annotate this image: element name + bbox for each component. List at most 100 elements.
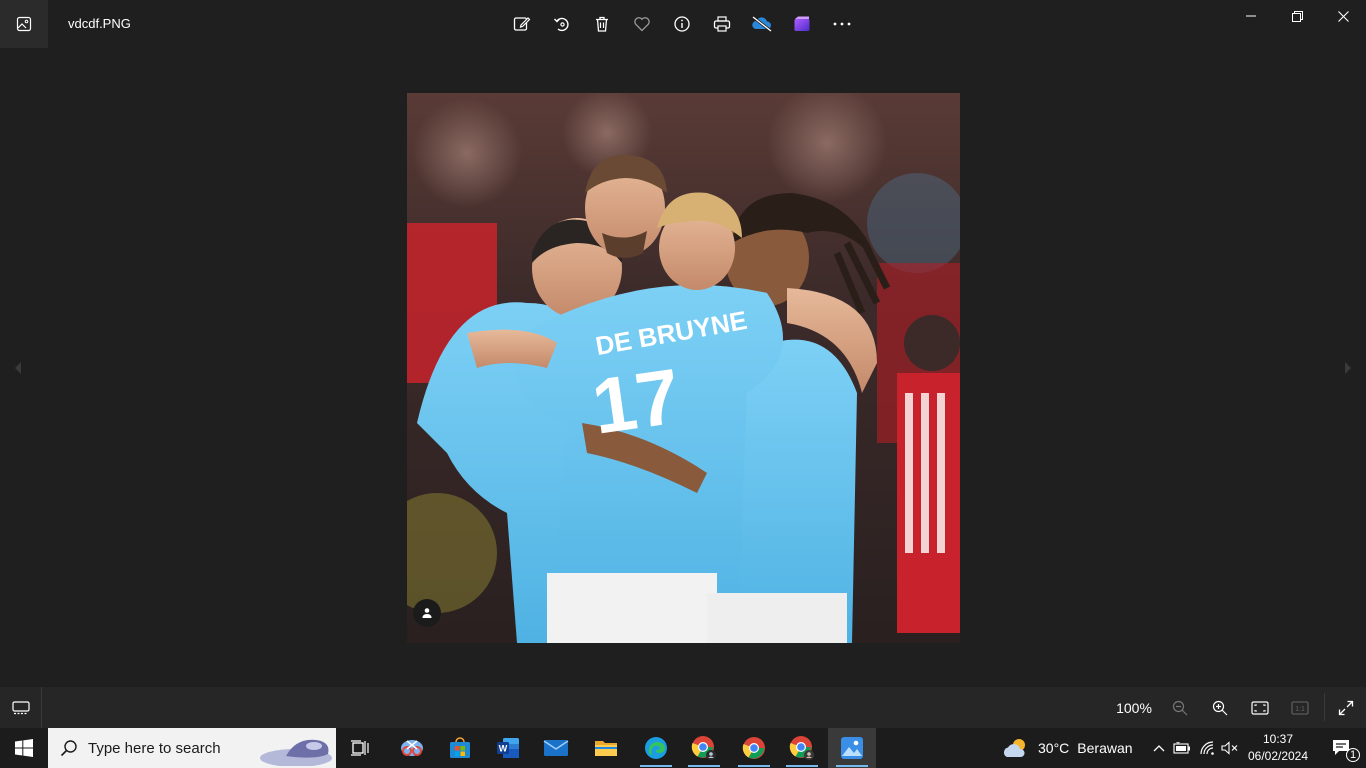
photos-icon (841, 737, 863, 759)
minimize-button[interactable] (1228, 0, 1274, 32)
photos-app-icon[interactable] (0, 0, 48, 48)
edit-image-icon (513, 17, 531, 31)
taskbar-app-photos[interactable] (828, 728, 876, 768)
network-status[interactable] (1198, 738, 1218, 758)
restore-icon (1291, 10, 1303, 22)
taskbar-app-word[interactable]: W (484, 728, 532, 768)
search-highlight-image-icon (260, 739, 332, 766)
folder-icon (595, 741, 617, 756)
weather-widget[interactable]: 30°C Berawan (1002, 728, 1133, 768)
football-players-celebration-image: DE BRUYNE 17 (407, 93, 960, 643)
microsoft-store-icon (450, 737, 470, 758)
windows-taskbar: Type here to search W 30°C Berawan 10:37… (0, 728, 1366, 768)
chevron-right-icon (1345, 362, 1351, 374)
clipchamp-button[interactable] (782, 4, 822, 44)
taskbar-app-microsoft-store[interactable] (436, 728, 484, 768)
previous-image-button[interactable] (8, 344, 28, 392)
taskbar-app-chrome-profile-3[interactable] (778, 728, 826, 768)
rotate-button[interactable] (542, 4, 582, 44)
taskbar-app-snipping-tool[interactable] (388, 728, 436, 768)
displayed-photo[interactable]: DE BRUYNE 17 (407, 93, 960, 643)
volume-control[interactable] (1220, 738, 1240, 758)
rotate-icon (554, 17, 569, 32)
task-view-button[interactable] (336, 728, 384, 768)
clipchamp-icon (794, 16, 810, 31)
delete-button[interactable] (582, 4, 622, 44)
taskbar-app-file-explorer[interactable] (582, 728, 630, 768)
start-button[interactable] (0, 728, 48, 768)
image-canvas: DE BRUYNE 17 (0, 48, 1366, 687)
favorite-heart-icon (634, 17, 650, 32)
speaker-muted-icon (1221, 741, 1238, 755)
zoom-in-icon (1212, 700, 1228, 716)
actual-size-icon: 1:1 (1291, 701, 1309, 715)
print-button[interactable] (702, 4, 742, 44)
taskbar-app-edge[interactable] (632, 728, 680, 768)
print-icon (713, 16, 731, 32)
taskbar-app-chrome-profile-2[interactable] (730, 728, 778, 768)
file-name: vdcdf.PNG (68, 16, 131, 31)
close-button[interactable] (1320, 0, 1366, 32)
chevron-left-icon (15, 362, 21, 374)
snipping-tool-icon (401, 740, 423, 756)
info-button[interactable] (662, 4, 702, 44)
action-center-button[interactable]: 1 (1318, 728, 1366, 768)
notification-count: 1 (1346, 748, 1360, 762)
edge-icon (645, 737, 667, 759)
info-icon (674, 16, 690, 32)
more-options-button[interactable] (822, 4, 862, 44)
weather-temperature: 30°C (1038, 740, 1070, 756)
onedrive-offline-icon (752, 15, 772, 33)
svg-text:1:1: 1:1 (1295, 706, 1305, 713)
word-icon: W (497, 738, 519, 758)
search-icon (60, 740, 77, 757)
wifi-icon (1200, 741, 1214, 755)
next-image-button[interactable] (1338, 344, 1358, 392)
minimize-icon (1246, 15, 1256, 17)
weather-description: Berawan (1077, 740, 1133, 756)
divider (1324, 693, 1325, 721)
expand-icon (1338, 700, 1354, 716)
search-placeholder: Type here to search (88, 740, 221, 757)
close-icon (1337, 10, 1349, 22)
tag-people-button[interactable] (413, 599, 441, 627)
image-toolbar (502, 4, 862, 44)
zoom-in-button[interactable] (1204, 692, 1236, 724)
partly-cloudy-icon (1003, 739, 1025, 757)
favorite-button[interactable] (622, 4, 662, 44)
battery-status[interactable] (1172, 738, 1192, 758)
fit-to-window-button[interactable] (1244, 692, 1276, 724)
fit-to-window-icon (1251, 701, 1269, 715)
taskbar-app-mail[interactable] (532, 728, 580, 768)
photos-app-window: vdcdf.PNG DE BRUYNE 17 100% 1:1 (0, 0, 1366, 728)
taskbar-search-box[interactable]: Type here to search (48, 728, 336, 768)
title-bar: vdcdf.PNG (0, 0, 1366, 48)
delete-icon (596, 16, 608, 32)
zoom-out-button[interactable] (1164, 692, 1196, 724)
more-options-icon (833, 22, 851, 26)
person-icon (422, 608, 432, 618)
clock-time: 10:37 (1262, 732, 1294, 746)
restore-button[interactable] (1274, 0, 1320, 32)
system-clock[interactable]: 10:37 06/02/2024 (1244, 731, 1312, 765)
chrome-icon (691, 736, 716, 760)
show-hidden-icons-button[interactable] (1149, 738, 1169, 758)
zoom-out-icon (1172, 700, 1188, 716)
taskbar-app-chrome-profile-1[interactable] (680, 728, 728, 768)
zoom-level[interactable]: 100% (1112, 700, 1156, 716)
task-view-icon (351, 740, 369, 756)
full-screen-button[interactable] (1330, 692, 1362, 724)
windows-logo-icon (15, 739, 33, 757)
bottom-bar: 100% 1:1 (0, 687, 1366, 728)
onedrive-button[interactable] (742, 4, 782, 44)
svg-text:W: W (499, 744, 508, 754)
actual-size-button[interactable]: 1:1 (1284, 692, 1316, 724)
filmstrip-icon (11, 700, 30, 714)
battery-charging-icon (1173, 742, 1190, 754)
edit-image-button[interactable] (502, 4, 542, 44)
jersey-number: 17 (587, 351, 685, 450)
filmstrip-toggle-button[interactable] (0, 687, 42, 728)
clock-date: 06/02/2024 (1247, 749, 1309, 763)
mail-icon (543, 740, 569, 756)
window-controls (1228, 0, 1366, 32)
